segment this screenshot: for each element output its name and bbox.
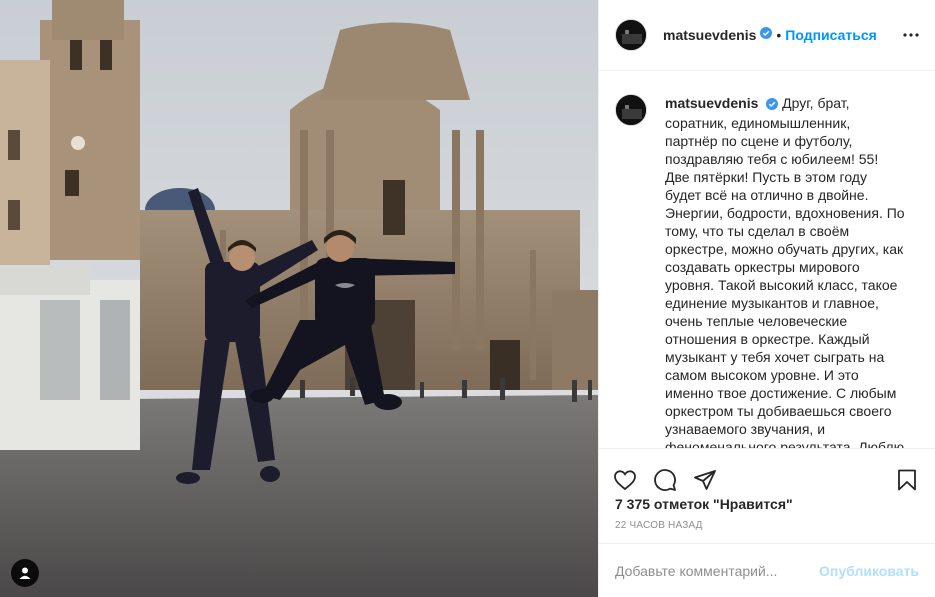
avatar-image <box>616 95 646 125</box>
add-comment-form: Опубликовать <box>599 543 935 597</box>
caption-comment: matsuevdenis Друг, брат, соратник, едино… <box>615 94 919 448</box>
user-tag-button[interactable] <box>11 559 39 587</box>
post-timestamp[interactable]: 22 часов назад <box>615 520 703 531</box>
header-separator: • <box>776 27 782 43</box>
comment-icon <box>654 468 676 491</box>
like-button[interactable] <box>613 468 637 492</box>
post-actions <box>599 448 935 498</box>
bookmark-icon <box>898 469 916 490</box>
caption-text: Друг, брат, соратник, единомышленник, па… <box>665 95 905 448</box>
comments-list[interactable]: matsuevdenis Друг, брат, соратник, едино… <box>599 72 935 448</box>
caption-avatar[interactable] <box>615 94 647 126</box>
share-button[interactable] <box>693 468 717 492</box>
post-photo[interactable] <box>0 0 598 597</box>
caption-text-block: matsuevdenis Друг, брат, соратник, едино… <box>665 94 905 448</box>
heart-icon <box>614 469 636 490</box>
likes-count[interactable]: 7 375 отметок "Нравится" <box>615 496 793 512</box>
follow-button[interactable]: Подписаться <box>785 27 877 43</box>
user-tag-icon <box>19 567 31 579</box>
post-image <box>0 0 598 597</box>
verified-badge-icon <box>766 96 779 114</box>
avatar-image <box>616 20 646 50</box>
caption-username[interactable]: matsuevdenis <box>665 95 758 111</box>
avatar[interactable] <box>615 19 647 51</box>
verified-badge-icon <box>760 26 773 44</box>
more-options-button[interactable] <box>903 33 919 37</box>
more-horizontal-icon <box>903 33 919 37</box>
publish-button[interactable]: Опубликовать <box>819 563 919 579</box>
post-author-username[interactable]: matsuevdenis <box>663 27 756 43</box>
save-button[interactable] <box>895 468 919 492</box>
comment-input[interactable] <box>615 562 820 579</box>
post-header: matsuevdenis • Подписаться <box>599 0 935 71</box>
post-sidebar: matsuevdenis • Подписаться matsuevdenis … <box>598 0 935 597</box>
comment-button[interactable] <box>653 468 677 492</box>
paper-plane-icon <box>694 469 716 490</box>
